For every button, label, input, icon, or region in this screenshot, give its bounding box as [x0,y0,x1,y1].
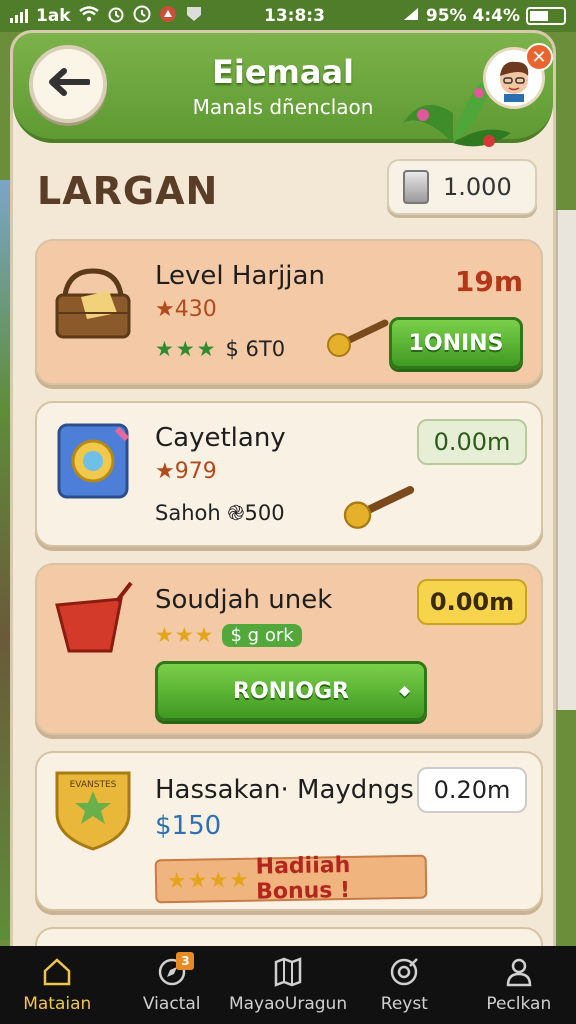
chevron-right-icon: ◆ [399,683,410,699]
action-button-label: RONIOGR [233,678,349,704]
target-icon [391,958,419,986]
home-icon [43,958,71,986]
battery-text: 95% 4:4% [425,6,520,26]
nav-label: Peclkan [486,994,552,1014]
card-title: Cayetlany [155,423,286,453]
card-badge-text: g ork [247,624,294,646]
shield-status-icon [185,5,203,27]
dollar-icon: $ [230,624,242,646]
card-stars-value: ★979 [155,459,217,484]
bonus-ribbon[interactable]: ★★★★ Hadiiah Bonus ! [154,852,428,905]
card-title: Level Harjjan [155,261,325,291]
card-sub: Sahoh ֎500 [155,501,285,525]
yellow-stars-icon: ★★★ [155,623,215,647]
currency-value: 1.000 [443,173,512,201]
bonus-label: Hadiiah Bonus ! [255,852,351,905]
card-time: 19m [454,265,523,298]
bag-icon [55,581,133,653]
action-button[interactable]: RONIOGR ◆ [155,661,427,721]
carrier-label: 1ak [36,6,71,26]
nav-item-home[interactable]: Mataian [0,946,114,1024]
list-item[interactable]: Soudjah unek ★★★ $ g ork 0.00m RONIOGR ◆ [35,563,543,735]
clock-icon [133,5,151,27]
nav-item-viactal[interactable]: 3 Viactal [114,946,228,1024]
claim-button[interactable]: 1ONINS [389,317,523,369]
green-stars-icon: ★★★ [155,337,218,361]
card-badge: $ g ork [222,623,302,647]
yellow-stars-icon: ★★★★ [166,867,251,894]
card-time: 0.20m [417,767,527,813]
map-icon [274,957,302,987]
key-icon [327,319,389,357]
nav-item-profile[interactable]: Peclkan [462,946,576,1024]
alarm-icon [107,5,125,27]
can-icon [403,170,429,204]
currency-display[interactable]: 1.000 [387,159,537,215]
close-icon: ✕ [531,46,547,68]
notification-icon [159,5,177,27]
bottom-nav: Mataian 3 Viactal MayaoUragun Reyst Pecl… [0,946,576,1024]
badge-shield-icon: EVANSTES [51,767,135,851]
nav-item-reyst[interactable]: Reyst [347,946,461,1024]
nav-label: MayaoUragun [228,994,348,1014]
card-sub: ★★★ $ 6T0 [155,337,285,361]
list-item[interactable]: EVANSTES Hassakan· Maydngs $150 0.20m ★★… [35,751,543,911]
signal-icon [10,9,28,23]
list-item[interactable]: Level Harjjan ★430 ★★★ $ 6T0 19m 1ONINS [35,239,543,385]
notification-badge: 3 [176,952,195,970]
header: Eiemaal Manals dñenclaon [13,33,553,147]
card-pack-icon [57,423,130,499]
card-price: $ 6T0 [225,337,286,361]
card-price: $150 [155,811,222,841]
person-icon [506,958,532,987]
nav-item-map[interactable]: MayaoUragun [229,946,347,1024]
card-title: Hassakan· Maydngs [155,775,414,805]
status-bar: 1ak 13:8:3 95% 4:4% [0,0,576,32]
cellular-icon [402,6,420,26]
wifi-icon [78,6,99,26]
card-time: 0.00m [417,419,527,465]
nav-label: Reyst [380,994,428,1014]
list-item[interactable]: Cayetlany ★979 Sahoh ֎500 0.00m [35,401,543,547]
nav-label: Viactal [142,994,201,1014]
card-sub: ★★★ $ g ork [155,623,302,647]
section-title: LARGAN [37,169,219,213]
key-icon [343,486,415,529]
card-title: Soudjah unek [155,585,333,615]
nav-label: Mataian [23,994,92,1014]
close-button[interactable]: ✕ [525,43,553,71]
picnic-basket-icon [55,268,131,339]
shield-label: EVANSTES [70,780,117,790]
side-scrollbar[interactable] [556,210,576,710]
battery-icon [526,7,566,25]
card-time: 0.00m [417,579,527,625]
main-panel: Eiemaal Manals dñenclaon ✕ LARGAN 1.000 … [10,30,556,950]
card-stars-value: ★430 [155,297,217,322]
status-time: 13:8:3 [264,6,325,26]
